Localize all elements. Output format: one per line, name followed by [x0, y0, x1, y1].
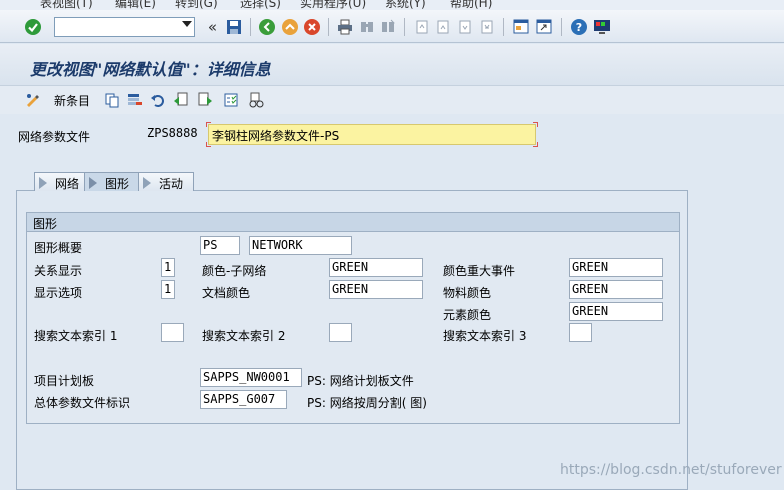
field-corner-marker: [206, 142, 211, 147]
tab-activity[interactable]: 活动: [138, 172, 194, 191]
subnet-color-field[interactable]: GREEN: [329, 258, 423, 277]
display-options-label: 显示选项: [34, 286, 83, 300]
enter-icon[interactable]: [23, 17, 42, 36]
help-icon[interactable]: ?: [569, 17, 588, 36]
search-index-2-label: 搜索文本索引 2: [202, 329, 286, 343]
search-index-3-label: 搜索文本索引 3: [443, 329, 527, 343]
toolbar-separator: [404, 18, 405, 36]
display-options-field[interactable]: 1: [161, 280, 175, 299]
previous-page-icon[interactable]: [433, 17, 452, 36]
relation-display-field[interactable]: 1: [161, 258, 175, 277]
select-all-icon[interactable]: [222, 91, 240, 109]
network-profile-label: 网络参数文件: [18, 130, 91, 144]
project-board-description: PS: 网络计划板文件: [307, 374, 414, 388]
milestone-color-label: 颜色重大事件: [443, 264, 516, 278]
shortcut-icon[interactable]: [535, 17, 554, 36]
overall-profile-field[interactable]: SAPPS_G007: [200, 390, 287, 409]
graphic-overview-field-2[interactable]: NETWORK: [249, 236, 352, 255]
menu-item-system[interactable]: 系统(Y): [385, 0, 426, 10]
menu-item-table-view[interactable]: 表视图(T): [40, 0, 93, 10]
new-entries-button[interactable]: 新条目: [54, 92, 90, 109]
tab-graphic-label: 图形: [105, 177, 130, 191]
field-corner-marker: [206, 122, 211, 127]
search-index-3-field[interactable]: [569, 323, 592, 342]
project-board-label: 项目计划板: [34, 374, 95, 388]
menu-item-help[interactable]: 帮助(H): [450, 0, 492, 10]
tab-edge-icon: [89, 177, 97, 189]
undo-icon[interactable]: [149, 91, 167, 109]
application-toolbar: 新条目: [0, 86, 784, 114]
new-session-icon[interactable]: [512, 17, 531, 36]
search-index-2-field[interactable]: [329, 323, 352, 342]
menu-item-goto[interactable]: 转到(G): [175, 0, 218, 10]
copy-icon[interactable]: [103, 91, 121, 109]
tab-edge-icon: [39, 177, 47, 189]
next-entry-icon[interactable]: [196, 91, 214, 109]
toolbar-separator: [503, 18, 504, 36]
tab-graphic[interactable]: 图形: [84, 172, 140, 191]
toolbar-separator: [328, 18, 329, 36]
element-color-label: 元素颜色: [443, 308, 492, 322]
watermark: https://blog.csdn.net/stuforever: [560, 462, 782, 478]
overall-profile-label: 总体参数文件标识: [34, 396, 131, 410]
svg-text:?: ?: [575, 21, 581, 34]
element-color-field[interactable]: GREEN: [569, 302, 663, 321]
find-icon[interactable]: [357, 17, 376, 36]
search-index-1-label: 搜索文本索引 1: [34, 329, 118, 343]
menu-bar: 表视图(T) 编辑(E) 转到(G) 选择(S) 实用程序(U) 系统(Y) 帮…: [0, 0, 784, 10]
last-page-icon[interactable]: [477, 17, 496, 36]
double-chevron-left-icon[interactable]: «: [203, 17, 222, 36]
delete-icon[interactable]: [126, 91, 144, 109]
save-icon[interactable]: [224, 17, 243, 36]
first-page-icon[interactable]: [412, 17, 431, 36]
document-color-field[interactable]: GREEN: [329, 280, 423, 299]
title-bar: 更改视图"网络默认值"：详细信息: [0, 44, 784, 86]
tab-network[interactable]: 网络: [34, 172, 86, 191]
exit-icon[interactable]: [280, 17, 299, 36]
back-icon[interactable]: [257, 17, 276, 36]
group-title: 图形: [33, 217, 58, 231]
graphic-group-header: 图形: [26, 212, 680, 232]
toolbar-separator: [250, 18, 251, 36]
command-field[interactable]: [54, 17, 195, 37]
page-title: 更改视图"网络默认值"：详细信息: [30, 60, 271, 79]
material-color-label: 物料颜色: [443, 286, 492, 300]
field-corner-marker: [533, 142, 538, 147]
menu-item-select[interactable]: 选择(S): [240, 0, 281, 10]
document-color-label: 文档颜色: [202, 286, 251, 300]
chevron-down-icon[interactable]: [182, 21, 192, 27]
find-next-icon[interactable]: [378, 17, 397, 36]
graphic-overview-label: 图形概要: [34, 241, 83, 255]
menu-item-edit[interactable]: 编辑(E): [115, 0, 156, 10]
network-profile-field[interactable]: ZPS8888: [145, 125, 207, 144]
previous-entry-icon[interactable]: [172, 91, 190, 109]
project-board-field[interactable]: SAPPS_NW0001: [200, 368, 302, 387]
network-profile-description-field[interactable]: 李钢柱网络参数文件-PS: [208, 124, 536, 145]
tab-edge-icon: [143, 177, 151, 189]
print-icon[interactable]: [335, 17, 354, 36]
tab-network-label: 网络: [55, 177, 80, 191]
search-index-1-field[interactable]: [161, 323, 184, 342]
cancel-icon[interactable]: [302, 17, 321, 36]
glasses-icon[interactable]: [247, 91, 265, 109]
overall-profile-description: PS: 网络按周分割( 图): [307, 396, 427, 410]
toolbar-separator: [561, 18, 562, 36]
milestone-color-field[interactable]: GREEN: [569, 258, 663, 277]
display-change-icon[interactable]: [24, 91, 42, 109]
customize-layout-icon[interactable]: [592, 17, 611, 36]
standard-toolbar: « ?: [0, 10, 784, 43]
relation-display-label: 关系显示: [34, 264, 83, 278]
subnet-color-label: 颜色-子网络: [202, 264, 267, 278]
material-color-field[interactable]: GREEN: [569, 280, 663, 299]
menu-item-utilities[interactable]: 实用程序(U): [300, 0, 366, 10]
graphic-overview-field-1[interactable]: PS: [200, 236, 240, 255]
tab-activity-label: 活动: [159, 177, 184, 191]
field-corner-marker: [533, 122, 538, 127]
next-page-icon[interactable]: [455, 17, 474, 36]
